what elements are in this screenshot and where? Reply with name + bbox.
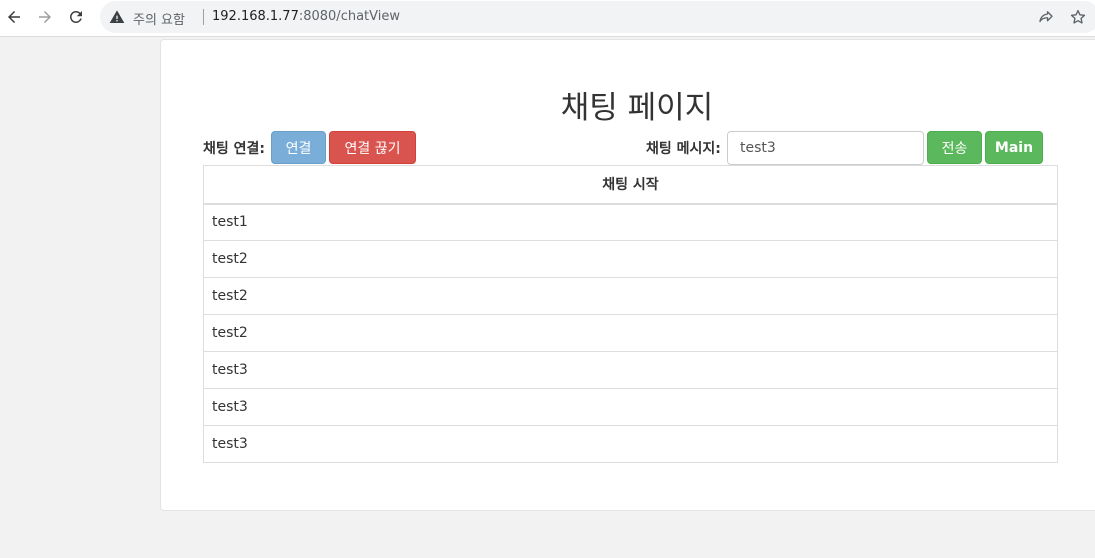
table-row: test2 [203,277,1058,315]
table-row: test3 [203,351,1058,389]
warning-icon [109,10,125,23]
share-icon[interactable] [1037,8,1055,26]
connect-button[interactable]: 연결 [271,131,326,164]
page-container: 채팅 페이지 채팅 연결: 연결 연결 끊기 채팅 메시지: 전송 Main 채… [160,39,1095,511]
table-header: 채팅 시작 [203,165,1058,205]
table-header-row: 채팅 시작 [203,165,1058,205]
back-button[interactable] [1,5,27,29]
message-label: 채팅 메시지: [646,141,721,157]
url-text[interactable]: 192.168.1.77:8080/chatView [212,9,400,24]
bookmark-star-icon[interactable] [1069,8,1087,26]
forward-button[interactable] [32,5,58,29]
table-row: test3 [203,388,1058,426]
connect-label: 채팅 연결: [203,141,265,157]
table-row: test1 [203,203,1058,241]
chat-message: test3 [203,351,1058,389]
chat-message: test3 [203,388,1058,426]
browser-toolbar: 주의 요함 192.168.1.77:8080/chatView [0,0,1095,37]
chat-message: test2 [203,240,1058,278]
chat-message: test2 [203,314,1058,352]
address-bar[interactable]: 주의 요함 192.168.1.77:8080/chatView [100,1,1095,33]
message-input[interactable] [727,131,924,165]
url-host: 192.168.1.77 [212,9,299,24]
table-row: test2 [203,314,1058,352]
security-warning[interactable]: 주의 요함 [133,9,185,28]
chat-message: test1 [203,203,1058,241]
reload-button[interactable] [63,5,89,29]
page-title: 채팅 페이지 [560,90,714,126]
chat-table: 채팅 시작 test1 test2 test2 test2 test3 test… [203,165,1058,463]
main-button[interactable]: Main [985,131,1043,164]
table-row: test2 [203,240,1058,278]
send-button[interactable]: 전송 [927,131,982,164]
chat-message: test3 [203,425,1058,463]
address-divider [203,9,204,25]
url-path: :8080/chatView [298,9,400,24]
arrow-left-icon [8,11,20,23]
reload-icon [69,10,82,23]
chat-message: test2 [203,277,1058,315]
disconnect-button[interactable]: 연결 끊기 [329,131,416,164]
arrow-right-icon [39,11,51,23]
table-row: test3 [203,425,1058,463]
